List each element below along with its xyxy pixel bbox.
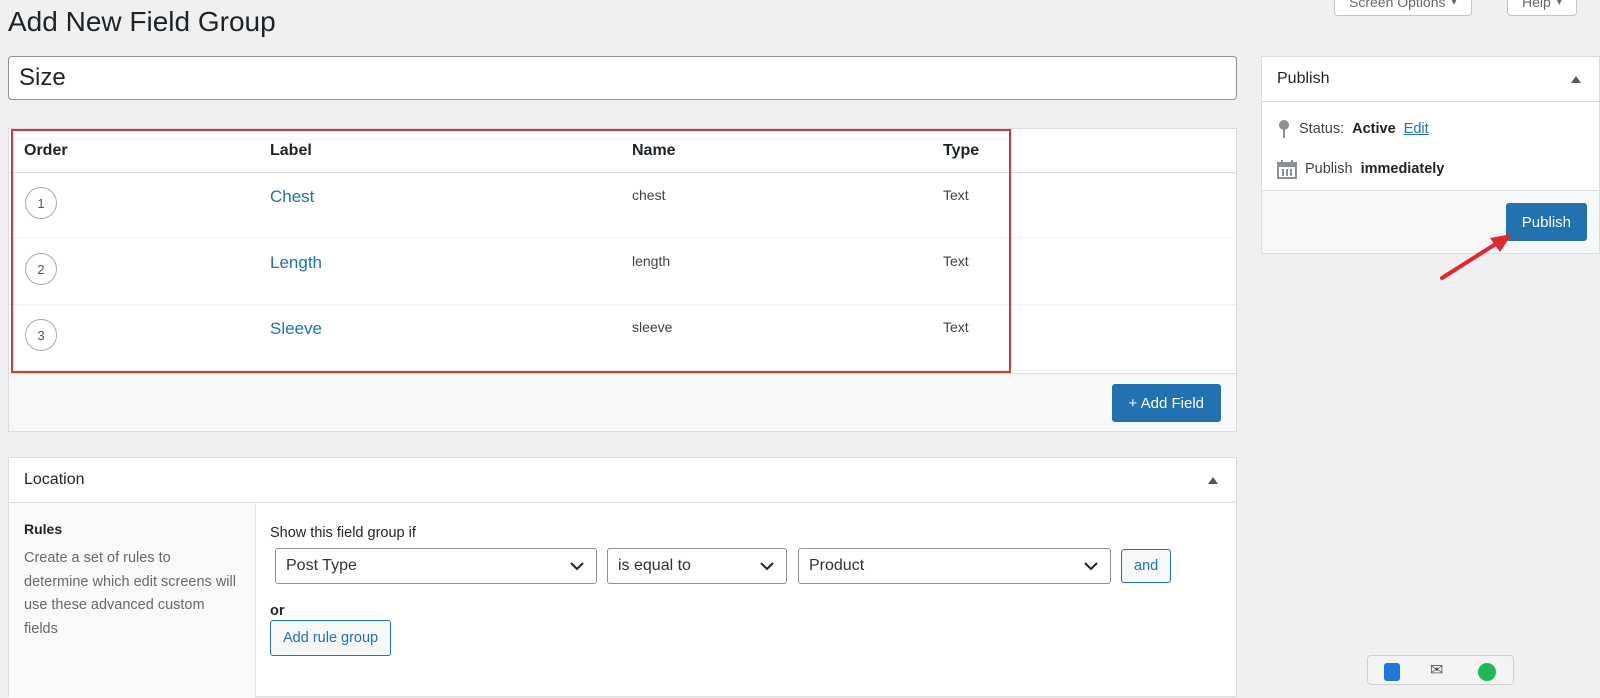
fields-panel: Order Label Name Type 1 Chest chest Text… — [8, 128, 1237, 432]
field-name: chest — [632, 187, 666, 203]
add-field-button[interactable]: + Add Field — [1111, 384, 1221, 422]
page-title: Add New Field Group — [8, 6, 276, 37]
param-select[interactable]: Post Type — [275, 548, 597, 584]
field-type: Text — [943, 253, 969, 269]
system-tray: ✉ — [1367, 655, 1514, 685]
publish-title: Publish — [1277, 70, 1330, 87]
spotify-icon[interactable] — [1478, 663, 1496, 681]
publish-panel: Publish Status: Active Edit Publish imme… — [1261, 56, 1600, 254]
field-label-link[interactable]: Chest — [270, 187, 314, 207]
collapse-arrow-icon[interactable] — [1208, 477, 1218, 484]
field-label-link[interactable]: Sleeve — [270, 319, 322, 339]
show-if-label: Show this field group if — [270, 525, 416, 541]
shield-icon[interactable] — [1384, 663, 1400, 681]
publish-header[interactable]: Publish — [1262, 57, 1599, 102]
header-type: Type — [943, 142, 980, 159]
header-order: Order — [24, 142, 68, 159]
screen-options-label: Screen Options — [1349, 0, 1446, 10]
operator-select-value: is equal to — [618, 557, 691, 574]
param-select-value: Post Type — [286, 557, 357, 574]
chevron-down-icon — [1084, 562, 1098, 571]
order-badge[interactable]: 2 — [25, 253, 57, 285]
operator-select[interactable]: is equal to — [607, 548, 787, 584]
table-row[interactable]: 3 Sleeve sleeve Text — [9, 305, 1236, 371]
collapse-arrow-icon[interactable] — [1571, 76, 1581, 83]
field-name: sleeve — [632, 319, 673, 335]
or-label: or — [270, 603, 285, 619]
mail-icon[interactable]: ✉ — [1430, 660, 1443, 680]
field-label-link[interactable]: Length — [270, 253, 322, 273]
calendar-icon — [1277, 160, 1297, 179]
screen-options-button[interactable]: Screen Options ▾ — [1334, 0, 1472, 16]
red-arrow-annotation — [1440, 234, 1512, 280]
value-select[interactable]: Product — [798, 548, 1111, 584]
header-label: Label — [270, 142, 312, 159]
add-rule-group-button[interactable]: Add rule group — [270, 620, 392, 656]
header-name: Name — [632, 142, 676, 159]
order-badge[interactable]: 1 — [25, 187, 57, 219]
value-select-value: Product — [809, 557, 865, 574]
pin-icon — [1279, 120, 1289, 138]
publish-when: immediately — [1360, 161, 1445, 177]
field-type: Text — [943, 319, 969, 335]
chevron-down-icon — [760, 562, 774, 571]
field-group-title-input[interactable] — [8, 56, 1237, 100]
status-label: Status: — [1299, 121, 1345, 137]
publish-footer: Publish — [1262, 190, 1599, 253]
and-rule-button[interactable]: and — [1121, 549, 1172, 583]
publish-when-line: Publish immediately — [1277, 159, 1444, 179]
edit-status-link[interactable]: Edit — [1404, 121, 1429, 137]
status-value: Active — [1352, 121, 1396, 137]
status-line: Status: Active Edit — [1277, 119, 1429, 139]
location-title: Location — [24, 471, 85, 488]
field-type: Text — [943, 187, 969, 203]
location-panel: Location Rules Create a set of rules to … — [8, 457, 1237, 698]
field-name: length — [632, 253, 671, 269]
chevron-down-icon: ▾ — [1556, 0, 1562, 8]
help-button[interactable]: Help ▾ — [1507, 0, 1577, 16]
chevron-down-icon — [570, 562, 584, 571]
location-header[interactable]: Location — [9, 458, 1236, 503]
table-row[interactable]: 1 Chest chest Text — [9, 173, 1236, 239]
help-label: Help — [1522, 0, 1551, 10]
publish-label: Publish — [1305, 161, 1353, 177]
table-row[interactable]: 2 Length length Text — [9, 239, 1236, 305]
fields-footer: + Add Field — [9, 373, 1236, 431]
chevron-down-icon: ▾ — [1451, 0, 1457, 8]
rules-main: Show this field group if Post Type is eq… — [9, 503, 1236, 698]
order-badge[interactable]: 3 — [25, 319, 57, 351]
fields-table-header: Order Label Name Type — [9, 129, 1236, 173]
